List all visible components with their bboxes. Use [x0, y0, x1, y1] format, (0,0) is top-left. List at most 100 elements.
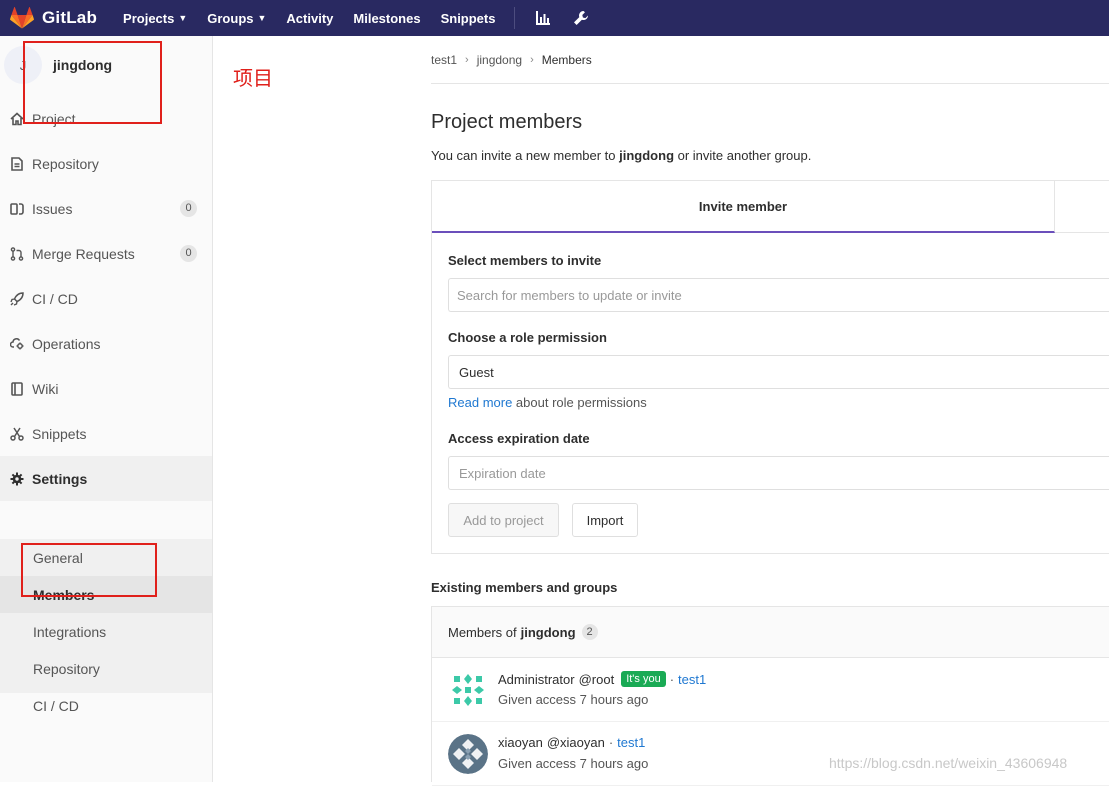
scissors-icon — [9, 426, 25, 442]
submenu-item-ci-cd[interactable]: CI / CD — [0, 687, 212, 724]
sidebar-item-label: Repository — [32, 155, 99, 172]
member-avatar[interactable] — [448, 670, 488, 710]
nav-projects[interactable]: Projects ▼ — [123, 11, 187, 26]
expiration-label: Access expiration date — [448, 431, 590, 446]
submenu-item-integrations[interactable]: Integrations — [0, 613, 212, 650]
nav-chart-icon[interactable] — [535, 10, 551, 26]
sidebar-item-merge-requests[interactable]: Merge Requests 0 — [0, 231, 212, 276]
select-members-label: Select members to invite — [448, 253, 602, 268]
members-header-project: jingdong — [520, 624, 576, 640]
annotation-box-project — [23, 41, 162, 124]
nav-groups-label: Groups — [207, 10, 254, 26]
merge-icon — [9, 246, 25, 262]
sidebar-item-label: Snippets — [32, 425, 87, 442]
chevron-down-icon: ▼ — [257, 13, 267, 23]
member-username: @xiaoyan — [546, 735, 605, 750]
breadcrumb-item[interactable]: test1 — [431, 53, 457, 67]
submenu-label: Repository — [33, 660, 100, 677]
submenu-label: Integrations — [33, 623, 107, 640]
tab-invite-member[interactable]: Invite member — [432, 181, 1055, 233]
lead-project: jingdong — [619, 148, 675, 163]
member-username: @root — [578, 671, 615, 687]
member-given-access: Given access 7 hours ago — [498, 756, 649, 771]
role-help-text: Read more about role permissions — [448, 395, 647, 410]
member-info: xiaoyan @xiaoyan · test1 — [498, 735, 645, 750]
sidebar-item-operations[interactable]: Operations — [0, 321, 212, 366]
cloud-gear-icon — [9, 336, 25, 352]
tab-other[interactable] — [1055, 181, 1109, 233]
member-info: Administrator @root It's you · test1 — [498, 671, 706, 687]
divider — [431, 83, 1109, 84]
breadcrumb-item[interactable]: jingdong — [477, 53, 522, 67]
members-header: Members of jingdong 2 — [432, 607, 1109, 658]
nav-milestones-label: Milestones — [353, 10, 421, 26]
gear-icon — [9, 471, 25, 487]
annotation-label: 项目 — [233, 68, 273, 90]
issues-count-badge: 0 — [180, 200, 197, 217]
breadcrumb-current[interactable]: Members — [542, 53, 592, 67]
sidebar-item-wiki[interactable]: Wiki — [0, 366, 212, 411]
chevron-right-icon: › — [465, 54, 469, 66]
watermark: https://blog.csdn.net/weixin_43606948 — [829, 755, 1068, 771]
member-name[interactable]: xiaoyan — [498, 735, 543, 750]
nav-snippets[interactable]: Snippets — [441, 11, 496, 26]
nav-activity[interactable]: Activity — [286, 11, 333, 26]
role-label: Choose a role permission — [448, 330, 607, 345]
nav-groups[interactable]: Groups ▼ — [207, 11, 266, 26]
annotation-box-members — [21, 543, 157, 597]
sidebar-item-label: Operations — [32, 335, 101, 352]
issues-icon — [9, 201, 25, 217]
breadcrumb: test1 › jingdong › Members — [431, 53, 592, 67]
lead-prefix: You can invite a new member to — [431, 148, 620, 163]
sidebar-item-label: Issues — [32, 200, 73, 217]
member-name[interactable]: Administrator — [498, 672, 575, 687]
chevron-right-icon: › — [530, 54, 534, 66]
sidebar-item-label: Settings — [32, 470, 88, 487]
gitlab-logo[interactable]: GitLab — [10, 7, 97, 29]
import-button[interactable]: Import — [572, 503, 638, 537]
page-title: Project members — [431, 111, 583, 133]
nav-divider — [514, 7, 516, 29]
nav-snippets-label: Snippets — [440, 10, 496, 26]
nav-projects-label: Projects — [123, 10, 175, 26]
sidebar-item-label: Merge Requests — [32, 245, 135, 262]
nav-milestones[interactable]: Milestones — [353, 11, 420, 26]
member-avatar[interactable] — [448, 734, 488, 774]
sidebar-item-label: Wiki — [32, 380, 59, 397]
add-to-project-button[interactable]: Add to project — [448, 503, 559, 537]
members-header-prefix: Members of — [448, 624, 517, 640]
expiration-date-input[interactable]: Expiration date — [448, 456, 1109, 490]
sidebar-item-snippets[interactable]: Snippets — [0, 411, 212, 456]
lead-suffix: or invite another group. — [674, 148, 812, 163]
sidebar-item-settings[interactable]: Settings — [0, 456, 212, 501]
book-icon — [9, 381, 25, 397]
member-search-input[interactable]: Search for members to update or invite — [448, 278, 1109, 312]
member-row: xiaoyan @xiaoyan · test1 Given access 7 … — [432, 722, 1109, 786]
doc-icon — [9, 156, 25, 172]
member-source-link[interactable]: test1 — [617, 735, 645, 750]
brand-name: GitLab — [42, 8, 98, 27]
help-suffix: about role permissions — [512, 395, 647, 410]
sidebar-item-repository[interactable]: Repository — [0, 141, 212, 186]
separator-dot: · — [669, 671, 675, 687]
submenu-item-repository[interactable]: Repository — [0, 650, 212, 687]
sidebar-item-issues[interactable]: Issues 0 — [0, 186, 212, 231]
chevron-down-icon: ▼ — [178, 13, 188, 23]
read-more-link[interactable]: Read more — [448, 395, 512, 410]
nav-wrench-icon[interactable] — [573, 10, 589, 26]
gitlab-fox-icon — [10, 7, 34, 29]
member-row: Administrator @root It's you · test1 Giv… — [432, 658, 1109, 722]
project-sidebar: J jingdong Project Repository Issues 0 M… — [0, 36, 213, 782]
member-given-access: Given access 7 hours ago — [498, 692, 649, 707]
rocket-icon — [9, 291, 25, 307]
member-source-link[interactable]: test1 — [678, 672, 706, 687]
invite-panel: Invite member Select members to invite S… — [431, 180, 1109, 554]
existing-members-title: Existing members and groups — [431, 580, 618, 595]
nav-activity-label: Activity — [286, 10, 334, 26]
role-select[interactable]: Guest — [448, 355, 1109, 389]
sidebar-item-ci-cd[interactable]: CI / CD — [0, 276, 212, 321]
submenu-label: CI / CD — [33, 697, 79, 714]
separator-dot: · — [608, 735, 614, 750]
top-navbar: GitLab Projects ▼ Groups ▼ Activity Milest… — [0, 0, 1109, 36]
its-you-badge: It's you — [621, 671, 666, 687]
